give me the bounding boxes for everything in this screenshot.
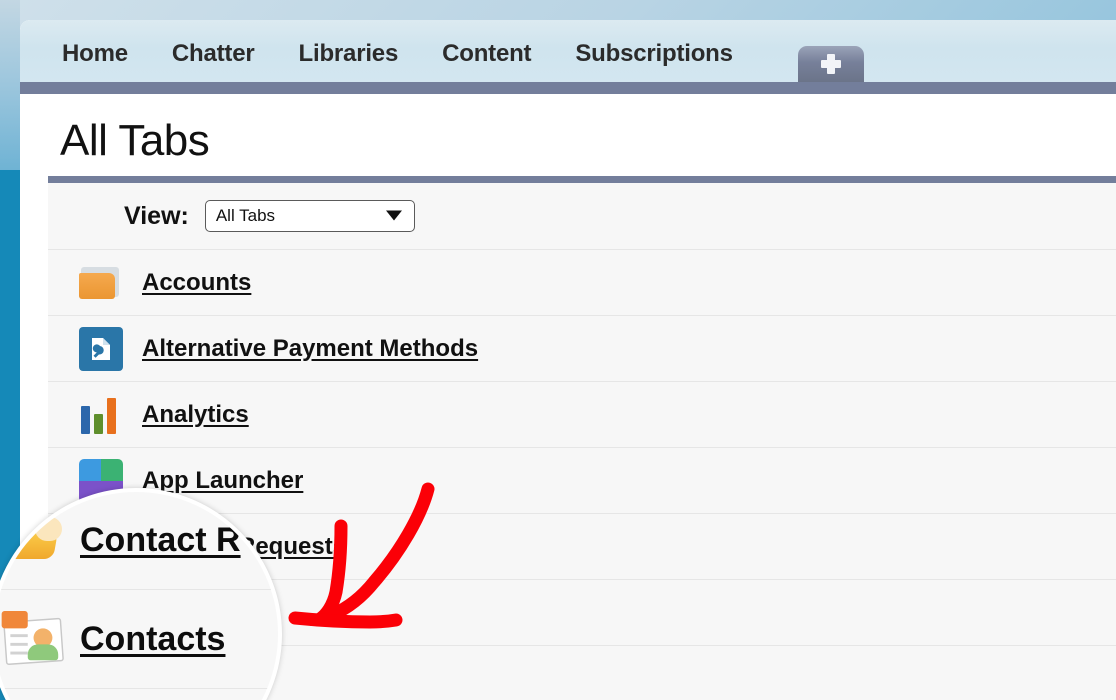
- magnified-list-item[interactable]: Contact R: [0, 492, 278, 590]
- screenshot-root: Home Chatter Libraries Content Subscript…: [0, 0, 1116, 700]
- left-gradient-band: [0, 0, 20, 170]
- folder-icon: [78, 260, 124, 306]
- tab-subscriptions[interactable]: Subscriptions: [553, 40, 754, 82]
- tab-link-accounts[interactable]: Accounts: [142, 269, 251, 297]
- tab-chatter[interactable]: Chatter: [150, 40, 277, 82]
- document-wrench-icon: [78, 326, 124, 372]
- primary-tab-bar: Home Chatter Libraries Content Subscript…: [20, 20, 1116, 82]
- view-filter-bar: View: All Tabs: [48, 183, 1116, 249]
- view-label: View:: [124, 201, 189, 230]
- tab-link-alternative-payment-methods[interactable]: Alternative Payment Methods: [142, 335, 478, 363]
- magnifier-lens: Contact R Contacts: [0, 488, 282, 700]
- list-item[interactable]: Analytics: [48, 381, 1116, 447]
- tab-link-analytics[interactable]: Analytics: [142, 401, 249, 429]
- page-title: All Tabs: [60, 116, 210, 165]
- hand-icon: [2, 511, 68, 571]
- tab-home[interactable]: Home: [40, 40, 150, 82]
- magnifier-content: Contact R Contacts: [0, 492, 278, 700]
- plus-icon: [821, 54, 841, 74]
- page-header: All Tabs: [20, 94, 1116, 176]
- tab-libraries[interactable]: Libraries: [277, 40, 421, 82]
- tab-content[interactable]: Content: [420, 40, 553, 82]
- list-item[interactable]: Accounts: [48, 249, 1116, 315]
- chevron-down-icon: [385, 210, 402, 221]
- contact-card-icon: [1, 610, 68, 670]
- list-item[interactable]: Alternative Payment Methods: [48, 315, 1116, 381]
- magnified-label-contact-requests[interactable]: Contact R: [80, 521, 241, 560]
- magnified-list-item[interactable]: Contacts: [0, 591, 278, 689]
- bar-chart-icon: [78, 392, 124, 438]
- magnified-label-contacts[interactable]: Contacts: [80, 620, 225, 659]
- view-select-value: All Tabs: [215, 206, 276, 225]
- tab-bar-divider: [20, 82, 1116, 94]
- add-tab-button[interactable]: [798, 46, 864, 82]
- view-select[interactable]: All Tabs: [204, 200, 415, 232]
- magnified-list-item: [0, 690, 278, 700]
